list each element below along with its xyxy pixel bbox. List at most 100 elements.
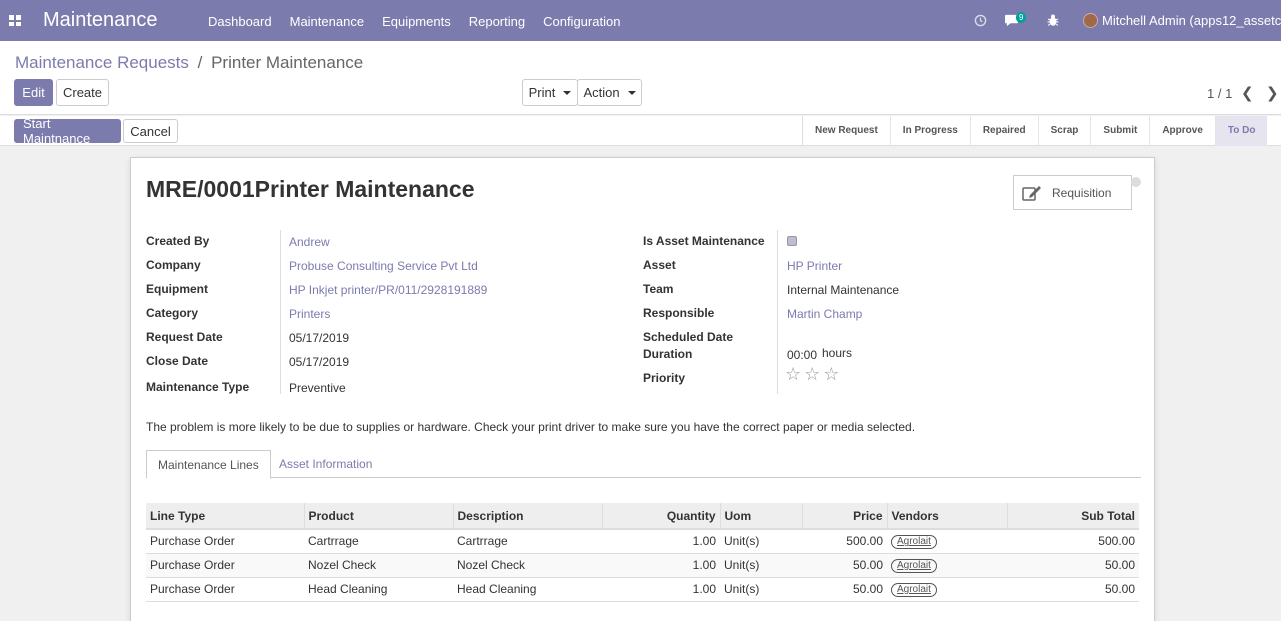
quantity-cell: 1.00 [602,577,720,602]
caret-down-icon [627,90,636,95]
vendor-tag[interactable]: Agrolait [891,559,937,573]
table-row[interactable]: Purchase Order Head Cleaning Head Cleani… [146,577,1139,602]
team-label: Team [643,282,674,296]
quantity-cell: 1.00 [602,553,720,578]
activity-clock-icon[interactable] [974,0,987,41]
user-name: Mitchell Admin (apps12_assetce) [1102,13,1281,28]
notebook-tabs: Maintenance Lines Asset Information [146,450,1141,479]
column-line-type[interactable]: Line Type [146,503,305,530]
product-cell: Nozel Check [304,553,453,578]
price-cell: 50.00 [802,577,887,602]
priority-label: Priority [643,371,686,385]
column-price[interactable]: Price [802,503,888,530]
maintenance-type-label: Maintenance Type [146,380,250,394]
is-asset-checkbox[interactable] [787,236,797,246]
caret-down-icon [563,90,572,95]
stage-repaired[interactable]: Repaired [971,116,1039,146]
stage-to-do[interactable]: To Do [1215,116,1268,146]
column-vendors[interactable]: Vendors [887,503,1008,530]
product-cell: Cartrrage [304,529,453,554]
duration-label: Duration [643,347,693,361]
tab-maintenance-lines[interactable]: Maintenance Lines [146,450,271,479]
equipment-value[interactable]: HP Inkjet printer/PR/011/2928191889 [289,283,487,297]
cancel-button[interactable]: Cancel [123,119,178,143]
close-date-label: Close Date [146,354,209,368]
created-by-label: Created By [146,234,210,248]
menu-configuration[interactable]: Configuration [543,14,620,29]
stage-scrap[interactable]: Scrap [1039,116,1092,146]
create-button[interactable]: Create [56,79,109,106]
responsible-label: Responsible [643,306,715,320]
top-navbar: Maintenance Dashboard Maintenance Equipm… [0,0,1281,41]
stage-new-request[interactable]: New Request [803,116,891,146]
print-dropdown[interactable]: Print [522,79,578,106]
description-cell: Cartrrage [453,529,602,554]
action-dropdown[interactable]: Action [577,79,642,106]
is-asset-label: Is Asset Maintenance [643,234,765,248]
breadcrumb-current: Printer Maintenance [211,53,364,72]
maintenance-lines-table: Line Type Product Description Quantity U… [146,503,1139,602]
category-value[interactable]: Printers [289,307,330,321]
star-icon[interactable]: ☆ [823,365,839,383]
record-title: MRE/0001Printer Maintenance [146,176,475,202]
column-product[interactable]: Product [304,503,454,530]
description-cell: Head Cleaning [453,577,602,602]
user-menu[interactable]: Mitchell Admin (apps12_assetce) [1083,13,1281,28]
scheduled-date-label: Scheduled Date [643,330,734,344]
subtotal-cell: 500.00 [1007,529,1139,554]
chat-count-badge: 9 [1016,12,1027,23]
asset-label: Asset [643,258,676,272]
duration-value: 00:00 [787,348,818,362]
tab-asset-information[interactable]: Asset Information [268,450,383,479]
pager-next-icon[interactable]: ❯ [1266,84,1279,102]
quantity-cell: 1.00 [602,529,720,554]
priority-stars: ☆ ☆ ☆ [785,365,842,383]
column-quantity[interactable]: Quantity [602,503,721,530]
subtotal-cell: 50.00 [1007,577,1139,602]
vendors-cell: Agrolait [887,529,1007,554]
company-value[interactable]: Probuse Consulting Service Pvt Ltd [289,259,478,273]
action-label: Action [583,85,620,100]
responsible-value[interactable]: Martin Champ [787,307,862,321]
menu-equipments[interactable]: Equipments [382,14,451,29]
price-cell: 500.00 [802,529,887,554]
pager-value: 1 / 1 [1207,86,1233,101]
subtotal-cell: 50.00 [1007,553,1139,578]
menu-dashboard[interactable]: Dashboard [208,14,272,29]
request-date-value: 05/17/2019 [289,331,350,345]
star-icon[interactable]: ☆ [804,365,820,383]
breadcrumb: Maintenance Requests / Printer Maintenan… [15,53,363,73]
stage-in-progress[interactable]: In Progress [891,116,971,146]
vendor-tag[interactable]: Agrolait [891,583,937,597]
edit-button[interactable]: Edit [14,79,53,106]
equipment-label: Equipment [146,282,208,296]
requisition-smart-button[interactable]: Requisition [1013,175,1132,210]
table-row[interactable]: Purchase Order Cartrrage Cartrrage 1.00 … [146,529,1139,554]
team-value: Internal Maintenance [787,283,900,297]
main-menu: Dashboard Maintenance Equipments Reporti… [208,14,638,29]
column-uom[interactable]: Uom [720,503,803,530]
menu-reporting[interactable]: Reporting [469,14,525,29]
stage-submit[interactable]: Submit [1091,116,1151,146]
breadcrumb-separator: / [197,53,203,72]
apps-menu-icon[interactable] [9,15,21,26]
print-label: Print [528,85,556,100]
column-description[interactable]: Description [453,503,603,530]
debug-bug-icon[interactable] [1047,0,1059,41]
table-row[interactable]: Purchase Order Nozel Check Nozel Check 1… [146,553,1139,578]
uom-cell: Unit(s) [720,553,802,578]
created-by-value[interactable]: Andrew [289,235,330,249]
duration-unit: hours [822,346,853,360]
menu-maintenance[interactable]: Maintenance [290,14,364,29]
start-maintenance-button[interactable]: Start Maintnance [14,116,121,146]
breadcrumb-parent[interactable]: Maintenance Requests [15,53,189,72]
pager-previous-icon[interactable]: ❮ [1241,84,1254,102]
line-type-cell: Purchase Order [146,553,304,578]
line-type-cell: Purchase Order [146,577,304,602]
vendor-tag[interactable]: Agrolait [891,535,937,550]
column-subtotal[interactable]: Sub Total [1007,503,1139,530]
star-icon[interactable]: ☆ [785,365,801,383]
line-type-cell: Purchase Order [146,529,304,554]
asset-value[interactable]: HP Printer [787,259,842,273]
stage-approve[interactable]: Approve [1150,116,1216,146]
